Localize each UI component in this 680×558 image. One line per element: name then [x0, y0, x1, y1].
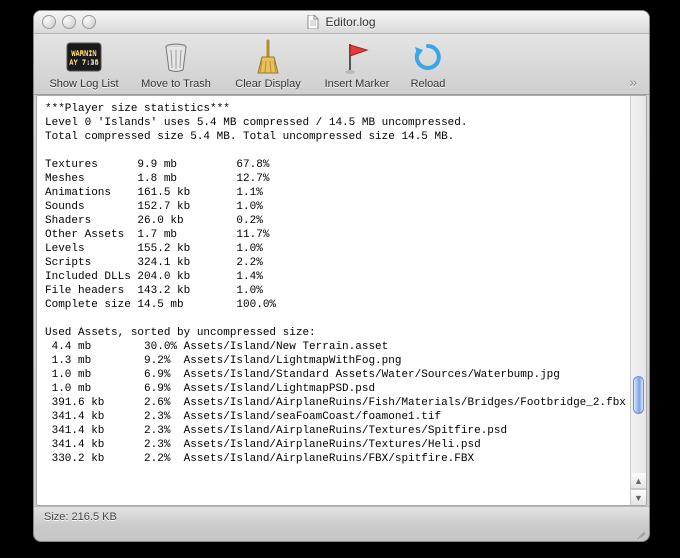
broom-icon	[248, 38, 288, 76]
toolbar-label: Move to Trash	[141, 78, 211, 90]
svg-text:WARNIN: WARNIN	[71, 49, 96, 57]
status-size-label: Size:	[44, 511, 68, 523]
titlebar: Editor.log	[34, 11, 649, 34]
clear-display-button[interactable]: Clear Display	[226, 38, 310, 90]
resize-grip[interactable]	[634, 526, 646, 538]
log-text: ***Player size statistics*** Level 0 'Is…	[37, 96, 646, 472]
flag-icon	[337, 38, 377, 76]
toolbar-label: Clear Display	[235, 78, 300, 90]
window-title: Editor.log	[34, 15, 649, 29]
reload-button[interactable]: Reload	[404, 38, 452, 90]
traffic-lights	[42, 15, 96, 29]
document-icon	[307, 15, 319, 29]
reload-icon	[408, 38, 448, 76]
window-title-text: Editor.log	[325, 15, 375, 29]
log-view[interactable]: ***Player size statistics*** Level 0 'Is…	[36, 95, 647, 506]
toolbar-overflow-icon[interactable]: »	[629, 74, 641, 90]
trash-icon	[156, 38, 196, 76]
scroll-down-button[interactable]: ▼	[631, 489, 646, 505]
move-to-trash-button[interactable]: Move to Trash	[134, 38, 218, 90]
show-log-list-button[interactable]: WARNIN AY 7:36 Show Log List	[42, 38, 126, 90]
scrollbar-track[interactable]	[631, 96, 646, 473]
toolbar-label: Reload	[411, 78, 446, 90]
window: Editor.log WARNIN AY 7:36 Show Log List	[33, 10, 650, 542]
toolbar-label: Show Log List	[49, 78, 118, 90]
minimize-button[interactable]	[62, 15, 76, 29]
status-bar: Size: 216.5 KB	[34, 506, 649, 527]
insert-marker-button[interactable]: Insert Marker	[318, 38, 396, 90]
status-size-value: 216.5 KB	[72, 511, 117, 523]
close-button[interactable]	[42, 15, 56, 29]
vertical-scrollbar[interactable]: ▲ ▼	[630, 96, 646, 505]
zoom-button[interactable]	[82, 15, 96, 29]
toolbar-label: Insert Marker	[325, 78, 390, 90]
scrollbar-thumb[interactable]	[633, 376, 644, 414]
toolbar: WARNIN AY 7:36 Show Log List Move to Tra…	[34, 34, 649, 95]
svg-text:AY 7:36: AY 7:36	[69, 58, 99, 66]
scroll-up-button[interactable]: ▲	[631, 473, 646, 489]
warning-display-icon: WARNIN AY 7:36	[64, 38, 104, 76]
